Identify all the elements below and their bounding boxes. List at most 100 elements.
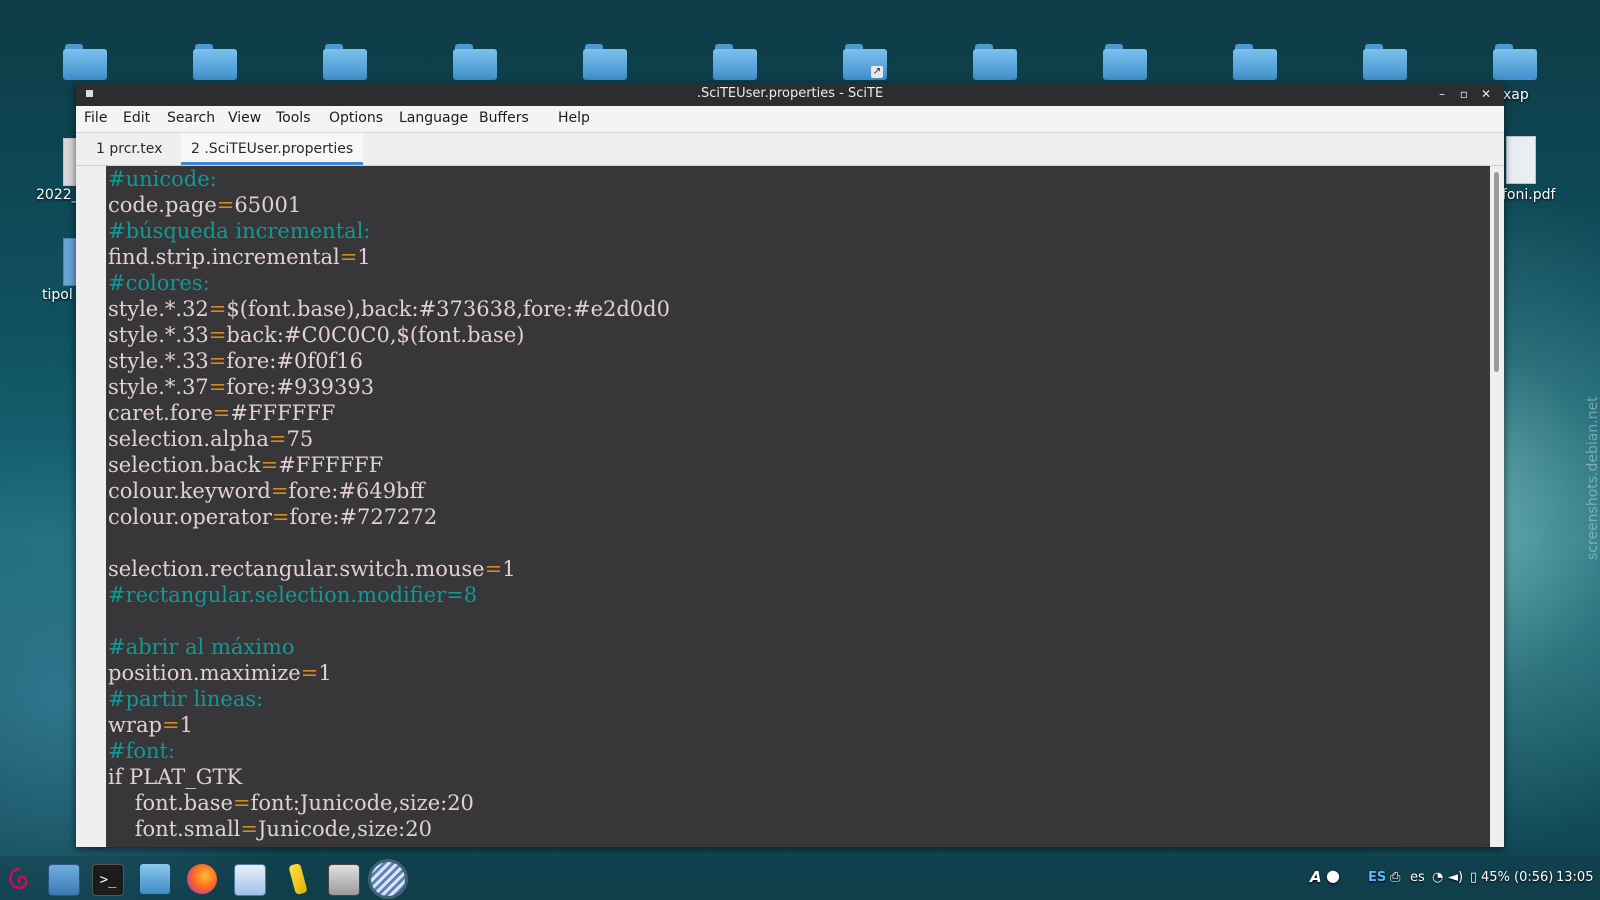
property-value: 1	[318, 661, 332, 685]
property-key: selection.back	[108, 453, 261, 477]
property-key: style.*.32	[108, 297, 209, 321]
code-text: if PLAT_GTK	[108, 765, 243, 789]
code-line[interactable]: #partir lineas:	[108, 686, 263, 712]
tab-scite-user-properties[interactable]: 2 .SciTEUser.properties	[181, 133, 364, 165]
code-line[interactable]: style.*.37=fore:#939393	[108, 374, 374, 400]
code-line[interactable]: selection.rectangular.switch.mouse=1	[108, 556, 516, 582]
desktop-label[interactable]: 2022_	[36, 187, 79, 203]
assignment-operator: =	[208, 297, 227, 321]
mascot-icon[interactable]: ●	[1326, 866, 1340, 885]
code-line[interactable]: colour.operator=fore:#727272	[108, 504, 437, 530]
folder-icon[interactable]	[323, 44, 367, 80]
desktop-label[interactable]: foni.pdf	[1502, 187, 1555, 203]
line-margin[interactable]	[76, 166, 106, 847]
window-title: .SciTEUser.properties - SciTE	[696, 86, 884, 101]
desktop-label[interactable]: xap	[1503, 87, 1529, 103]
property-value: fore:#939393	[226, 375, 375, 399]
folder-icon[interactable]	[713, 44, 757, 80]
comment-text: #unicode:	[108, 167, 217, 191]
property-key: position.maximize	[108, 661, 301, 685]
desktop-icon[interactable]	[48, 864, 80, 896]
code-line[interactable]: #búsqueda incremental:	[108, 218, 370, 244]
property-key: colour.keyword	[108, 479, 271, 503]
debian-menu-icon[interactable]	[4, 864, 34, 894]
file-manager-icon[interactable]	[140, 864, 170, 894]
menu-file[interactable]: File	[84, 110, 107, 126]
menu-view[interactable]: View	[228, 110, 261, 126]
battery-icon[interactable]: ▯	[1470, 870, 1477, 885]
menu-edit[interactable]: Edit	[123, 110, 150, 126]
battery-status[interactable]: 45% (0:56)	[1481, 870, 1553, 885]
code-line[interactable]: #unicode:	[108, 166, 217, 192]
folder-icon[interactable]	[1363, 44, 1407, 80]
input-method-icon[interactable]: A	[1310, 868, 1322, 886]
volume-icon[interactable]: ◄)	[1448, 870, 1463, 885]
folder-icon[interactable]	[1103, 44, 1147, 80]
document-viewer-icon[interactable]	[234, 864, 266, 896]
maximize-button[interactable]: ▫	[1456, 86, 1472, 102]
menu-language[interactable]: Language	[399, 110, 468, 126]
scrollbar-thumb[interactable]	[1494, 172, 1499, 372]
code-line[interactable]: style.*.33=back:#C0C0C0,$(font.base)	[108, 322, 524, 348]
screenshot-icon[interactable]	[328, 864, 360, 896]
firefox-icon[interactable]	[187, 864, 217, 894]
code-line[interactable]: #colores:	[108, 270, 210, 296]
folder-icon[interactable]	[1493, 44, 1537, 80]
vertical-scrollbar[interactable]	[1490, 166, 1504, 847]
code-line[interactable]: style.*.33=fore:#0f0f16	[108, 348, 363, 374]
menu-search[interactable]: Search	[167, 110, 215, 126]
code-line[interactable]: font.base=font:Junicode,size:20	[108, 790, 474, 816]
document-file-icon[interactable]	[63, 238, 77, 286]
code-line[interactable]: #font:	[108, 738, 175, 764]
code-line[interactable]: code.page=65001	[108, 192, 301, 218]
property-value: fore:#0f0f16	[226, 349, 363, 373]
code-line[interactable]: caret.fore=#FFFFFF	[108, 400, 335, 426]
clock[interactable]: 13:05	[1556, 870, 1593, 885]
desktop-label[interactable]: tipol	[42, 287, 73, 303]
property-value: Junicode,size:20	[258, 817, 432, 841]
text-area[interactable]: #unicode: code.page=65001 #búsqueda increm…	[106, 166, 1490, 847]
menu-options[interactable]: Options	[329, 110, 383, 126]
code-line[interactable]: colour.keyword=fore:#649bff	[108, 478, 424, 504]
comment-text: #búsqueda incremental:	[108, 219, 371, 243]
minimize-button[interactable]: –	[1434, 86, 1450, 102]
code-line[interactable]: find.strip.incremental=1	[108, 244, 371, 270]
property-value: 75	[286, 427, 314, 451]
printer-icon[interactable]: ⎙	[1390, 870, 1400, 885]
folder-icon[interactable]	[1233, 44, 1277, 80]
tab-bar: 1 prcr.tex 2 .SciTEUser.properties	[76, 133, 1504, 166]
assignment-operator: =	[260, 453, 279, 477]
folder-icon[interactable]	[63, 44, 107, 80]
property-value: 1	[357, 245, 371, 269]
assignment-operator: =	[271, 505, 290, 529]
close-button[interactable]: ✕	[1478, 86, 1494, 102]
folder-icon[interactable]	[193, 44, 237, 80]
code-line[interactable]: #rectangular.selection.modifier=8	[108, 582, 477, 608]
editor-pane: #unicode: code.page=65001 #búsqueda increm…	[76, 166, 1504, 847]
menu-buffers[interactable]: Buffers	[479, 110, 529, 126]
assignment-operator: =	[268, 427, 287, 451]
code-line[interactable]: #abrir al máximo	[108, 634, 295, 660]
code-line[interactable]: selection.back=#FFFFFF	[108, 452, 383, 478]
code-line[interactable]: selection.alpha=75	[108, 426, 313, 452]
wifi-icon[interactable]: ◔	[1432, 870, 1443, 885]
terminal-icon[interactable]: >_	[92, 864, 124, 896]
folder-shortcut-icon[interactable]: ↗	[843, 44, 887, 80]
code-line[interactable]: position.maximize=1	[108, 660, 332, 686]
language-indicator[interactable]: es	[1410, 870, 1425, 885]
title-bar[interactable]: .SciTEUser.properties - SciTE – ▫ ✕	[76, 83, 1504, 106]
scite-icon[interactable]	[371, 862, 405, 896]
tab-prcr-tex[interactable]: 1 prcr.tex	[86, 133, 172, 165]
keyboard-layout-indicator[interactable]: ES	[1368, 870, 1386, 885]
code-line[interactable]: style.*.32=$(font.base),back:#373638,for…	[108, 296, 670, 322]
code-line[interactable]: font.small=Junicode,size:20	[108, 816, 432, 842]
menu-tools[interactable]: Tools	[276, 110, 311, 126]
code-line[interactable]: wrap=1	[108, 712, 193, 738]
property-value: 65001	[234, 193, 302, 217]
code-line[interactable]: if PLAT_GTK	[108, 764, 242, 790]
menu-help[interactable]: Help	[558, 110, 590, 126]
folder-icon[interactable]	[583, 44, 627, 80]
pdf-file-icon[interactable]	[1506, 136, 1536, 184]
folder-icon[interactable]	[973, 44, 1017, 80]
folder-icon[interactable]	[453, 44, 497, 80]
